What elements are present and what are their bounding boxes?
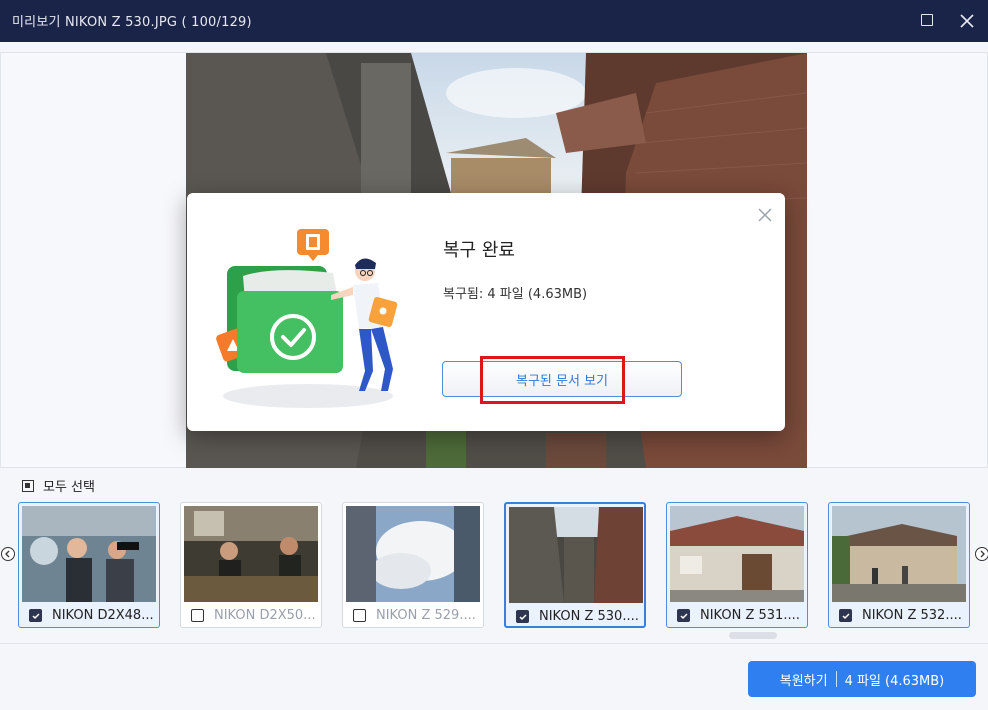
button-divider [835, 671, 837, 687]
thumbnail-caption: NIKON D2X50... [191, 608, 316, 623]
thumbnail-label: NIKON Z 530.... [539, 609, 639, 624]
select-all-checkbox[interactable] [22, 479, 34, 492]
thumbnail-item[interactable]: NIKON Z 531.... [666, 502, 808, 628]
thumbnail-checkbox[interactable] [29, 609, 42, 622]
thumbnail-item[interactable]: NIKON Z 532.... [828, 502, 970, 628]
thumbnail-checkbox[interactable] [516, 610, 529, 623]
thumbnail-image [22, 506, 156, 602]
thumbnail-item-current[interactable]: NIKON Z 530.... [504, 502, 646, 628]
recovery-complete-illustration [213, 221, 413, 411]
thumbnail-item[interactable]: NIKON D2X48... [18, 502, 160, 628]
dialog-close-icon [758, 208, 772, 222]
thumbnail-label: NIKON D2X48... [52, 608, 154, 623]
thumbnail-label: NIKON Z 529.... [376, 608, 476, 623]
thumbnail-image [184, 506, 318, 602]
recovered-summary: 복구됨: 4 파일 (4.63MB) [443, 287, 588, 302]
highlight-box [480, 356, 625, 404]
thumbnail-image [346, 506, 480, 602]
select-all-toggle[interactable]: 모두 선택 [22, 476, 95, 495]
title-bar: 미리보기 NIKON Z 530.JPG ( 100/129) [0, 0, 988, 42]
thumbnail-item[interactable]: NIKON Z 529.... [342, 502, 484, 628]
scroll-left-button[interactable] [1, 547, 15, 561]
thumbnail-checkbox[interactable] [191, 609, 204, 622]
recover-count: 4 파일 (4.63MB) [844, 673, 945, 689]
thumbnail-image [670, 506, 804, 602]
chevron-right-icon [980, 550, 985, 558]
thumbnail-label: NIKON D2X50... [214, 608, 316, 623]
dialog-title: 복구 완료 [443, 240, 515, 261]
recover-button[interactable]: 복원하기 4 파일 (4.63MB) [748, 661, 976, 697]
thumbnail-checkbox[interactable] [677, 609, 690, 622]
close-window-button[interactable] [954, 8, 980, 34]
thumbnail-label: NIKON Z 532.... [862, 608, 962, 623]
close-icon [960, 14, 974, 28]
thumbnail-image [832, 506, 966, 602]
thumbnail-checkbox[interactable] [353, 609, 366, 622]
thumbnail-label: NIKON Z 531.... [700, 608, 800, 623]
thumbnail-caption: NIKON Z 530.... [516, 609, 639, 624]
thumbnail-caption: NIKON D2X48... [29, 608, 154, 623]
maximize-button[interactable] [914, 8, 940, 34]
thumbnail-scrollbar[interactable] [729, 632, 777, 639]
thumbnail-image [509, 507, 643, 603]
window-title: 미리보기 NIKON Z 530.JPG ( 100/129) [12, 15, 252, 30]
dialog-close-button[interactable] [755, 205, 775, 225]
maximize-icon [921, 14, 933, 26]
thumbnail-caption: NIKON Z 532.... [839, 608, 962, 623]
thumbnail-caption: NIKON Z 529.... [353, 608, 476, 623]
scroll-right-button[interactable] [975, 547, 988, 561]
thumbnail-checkbox[interactable] [839, 609, 852, 622]
thumbnail-item[interactable]: NIKON D2X50... [180, 502, 322, 628]
select-all-label: 모두 선택 [43, 480, 95, 495]
thumbnail-caption: NIKON Z 531.... [677, 608, 800, 623]
recovery-complete-dialog: 복구 완료 복구됨: 4 파일 (4.63MB) 복구된 문서 보기 [187, 193, 785, 431]
recover-label: 복원하기 [779, 673, 828, 689]
chevron-left-icon [5, 550, 10, 558]
